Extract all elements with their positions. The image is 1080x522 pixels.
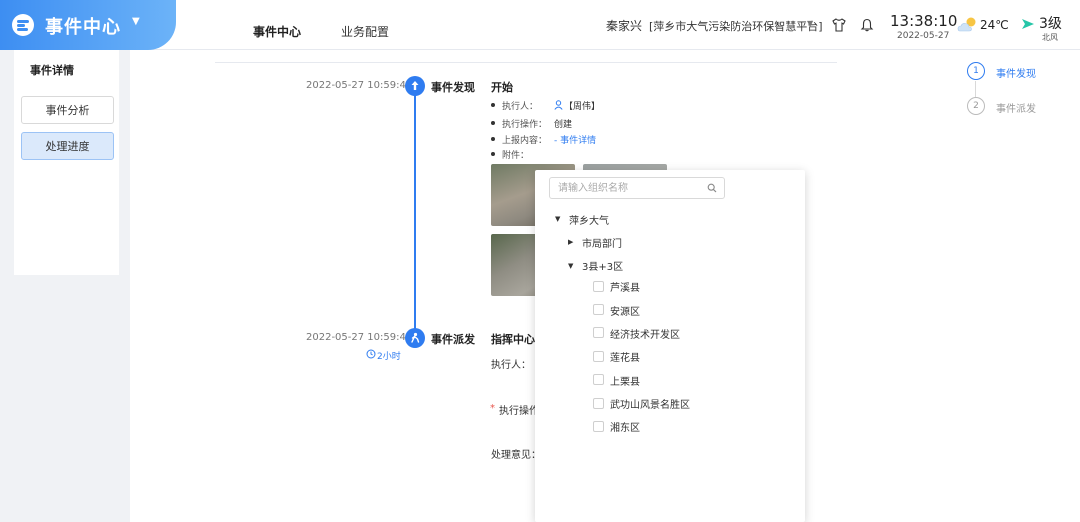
divider [215, 62, 837, 63]
tree-node-root[interactable]: 萍乡大气 [569, 212, 609, 227]
platform-selector[interactable]: [萍乡市大气污染防治环保智慧平台] [649, 18, 823, 34]
dispatch-icon [405, 328, 425, 348]
executor-name: 【周伟】 [564, 102, 601, 112]
event-time: 2022-05-27 10:59:41 [306, 332, 413, 343]
checkbox[interactable] [593, 398, 604, 409]
duration: 2小时 [377, 352, 401, 362]
timeline-line [414, 94, 416, 334]
clock-date: 2022-05-27 [897, 31, 950, 41]
step-event-dispatch[interactable]: 事件派发 [996, 100, 1036, 115]
event-heading: 开始 [491, 81, 513, 94]
event-stage-label: 事件发现 [431, 81, 475, 94]
org-tree-dropdown: ▼ 萍乡大气 ▶ 市局部门 ▼ 3县+3区 芦溪县 安源区 经济技术开发区 莲花… [535, 170, 805, 522]
checkbox[interactable] [593, 351, 604, 362]
top-header: 事件中心 ▼ 事件中心 业务配置 秦家兴 [萍乡市大气污染防治环保智慧平台] ▼… [0, 0, 1080, 50]
step-indicator[interactable]: 2 [967, 97, 985, 115]
progress-button[interactable]: 处理进度 [21, 132, 114, 160]
field-label: 执行操作： [502, 120, 548, 130]
checkbox[interactable] [593, 374, 604, 385]
tree-leaf[interactable]: 武功山风景名胜区 [610, 396, 690, 411]
app-title: 事件中心 [45, 17, 121, 38]
clock-icon [366, 349, 376, 359]
operation-label: 执行操作 [499, 406, 535, 417]
left-panel: 事件详情 事件分析 处理进度 [14, 50, 119, 275]
caret-down-icon[interactable]: ▼ [568, 262, 573, 270]
checkbox[interactable] [593, 281, 604, 292]
field-label: 附件： [502, 151, 530, 161]
caret-down-icon[interactable]: ▼ [555, 215, 560, 223]
step-connector [975, 81, 976, 97]
field-label: 上报内容： [502, 136, 548, 146]
shirt-icon[interactable] [832, 18, 846, 32]
tree-leaf[interactable]: 经济技术开发区 [610, 326, 680, 341]
platform-caret-icon[interactable]: ▼ [807, 19, 813, 28]
temperature: 24℃ [980, 18, 1009, 32]
event-analysis-button[interactable]: 事件分析 [21, 96, 114, 124]
opinion-label: 处理意见： [491, 450, 535, 461]
executor-label: 执行人： [491, 360, 531, 371]
nav-event-center[interactable]: 事件中心 [253, 23, 301, 40]
event-heading: 指挥中心派 [491, 333, 535, 346]
wind-direction: 北风 [1042, 33, 1058, 42]
partly-cloudy-icon [957, 17, 976, 32]
bell-icon[interactable] [860, 18, 874, 32]
event-time: 2022-05-27 10:59:41 [306, 80, 413, 91]
wind-level: 3级 [1039, 16, 1062, 32]
app-brand[interactable]: 事件中心 ▼ [0, 0, 176, 50]
event-detail-link[interactable]: - 事件详情 [554, 133, 596, 146]
checkbox[interactable] [593, 327, 604, 338]
tree-leaf[interactable]: 芦溪县 [610, 279, 640, 294]
required-mark: * [490, 403, 495, 414]
panel-title: 事件详情 [30, 64, 74, 77]
tree-leaf[interactable]: 湘东区 [610, 419, 640, 434]
app-logo-icon [12, 14, 34, 36]
tree-leaf[interactable]: 安源区 [610, 303, 640, 318]
tree-leaf[interactable]: 莲花县 [610, 349, 640, 364]
step-event-discovery[interactable]: 事件发现 [996, 65, 1036, 80]
tree-leaf[interactable]: 上栗县 [610, 373, 640, 388]
clock-time: 13:38:10 [890, 12, 958, 30]
nav-business-config[interactable]: 业务配置 [341, 23, 389, 40]
upload-icon [405, 76, 425, 96]
event-stage-label: 事件派发 [431, 333, 475, 346]
operation-value: 创建 [554, 120, 573, 130]
tree-node-counties[interactable]: 3县+3区 [582, 258, 623, 273]
field-label: 执行人： [502, 102, 539, 112]
checkbox[interactable] [593, 304, 604, 315]
user-name[interactable]: 秦家兴 [606, 17, 642, 34]
caret-right-icon[interactable]: ▶ [568, 238, 573, 246]
person-icon [554, 100, 563, 110]
step-indicator[interactable]: 1 [967, 62, 985, 80]
tree-node-city-departments[interactable]: 市局部门 [582, 235, 622, 250]
checkbox[interactable] [593, 421, 604, 432]
chevron-down-icon[interactable]: ▼ [132, 16, 140, 27]
org-search-input[interactable] [549, 177, 725, 199]
wind-direction-icon [1022, 19, 1034, 29]
search-icon[interactable] [707, 183, 717, 193]
